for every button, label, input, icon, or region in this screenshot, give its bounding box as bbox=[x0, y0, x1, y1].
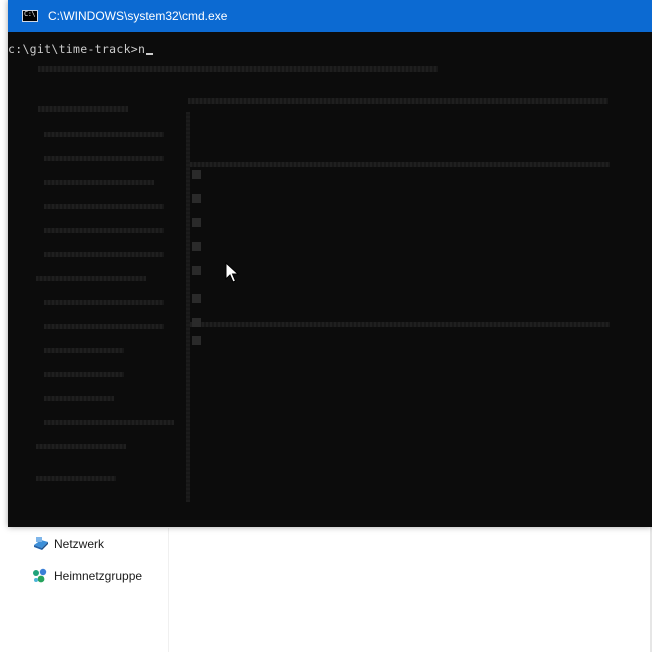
prompt-line: c:\git\time-track>n bbox=[8, 42, 154, 56]
ghost-artifact bbox=[44, 420, 174, 425]
ghost-artifact bbox=[192, 318, 201, 327]
nav-item-network[interactable]: Netzwerk bbox=[32, 534, 104, 554]
ghost-artifact bbox=[192, 266, 201, 275]
ghost-artifact bbox=[188, 98, 608, 104]
ghost-artifact bbox=[44, 228, 164, 233]
ghost-artifact bbox=[44, 156, 164, 161]
ghost-artifact bbox=[44, 252, 164, 257]
ghost-artifact bbox=[36, 276, 146, 281]
ghost-artifact bbox=[44, 324, 164, 329]
ghost-artifact bbox=[190, 162, 610, 167]
ghost-artifact bbox=[38, 106, 128, 112]
console-window[interactable]: C:\ C:\WINDOWS\system32\cmd.exe c:\git\t… bbox=[8, 0, 652, 527]
ghost-artifact bbox=[190, 322, 610, 327]
ghost-artifact bbox=[44, 300, 164, 305]
ghost-artifact bbox=[186, 112, 190, 502]
ghost-artifact bbox=[44, 396, 114, 401]
text-cursor bbox=[146, 53, 154, 55]
terminal-output[interactable]: c:\git\time-track>n bbox=[8, 32, 652, 527]
network-icon bbox=[34, 537, 48, 550]
nav-item-label: Heimnetzgruppe bbox=[54, 569, 143, 583]
ghost-artifact bbox=[44, 204, 164, 209]
ghost-artifact bbox=[36, 476, 116, 481]
ghost-artifact bbox=[192, 294, 201, 303]
ghost-artifact bbox=[192, 194, 201, 203]
ghost-artifact bbox=[192, 170, 201, 179]
nav-pane-divider bbox=[168, 528, 169, 652]
ghost-artifact bbox=[36, 444, 126, 449]
window-title: C:\WINDOWS\system32\cmd.exe bbox=[48, 9, 228, 23]
ghost-artifact bbox=[192, 336, 201, 345]
ghost-artifact bbox=[192, 218, 201, 227]
nav-item-homegroup[interactable]: Heimnetzgruppe bbox=[32, 566, 142, 586]
ghost-artifact bbox=[44, 180, 154, 185]
ghost-artifact bbox=[38, 66, 438, 72]
ghost-artifact bbox=[44, 348, 124, 353]
prompt-text: c:\git\time-track>n bbox=[8, 42, 146, 56]
console-titlebar[interactable]: C:\ C:\WINDOWS\system32\cmd.exe bbox=[8, 0, 652, 32]
mouse-pointer-icon bbox=[225, 262, 239, 283]
homegroup-icon bbox=[33, 568, 47, 583]
ghost-artifact bbox=[44, 132, 164, 137]
ghost-artifact bbox=[44, 372, 124, 377]
cmd-icon: C:\ bbox=[22, 10, 38, 22]
ghost-artifact bbox=[192, 242, 201, 251]
nav-item-label: Netzwerk bbox=[54, 537, 105, 551]
